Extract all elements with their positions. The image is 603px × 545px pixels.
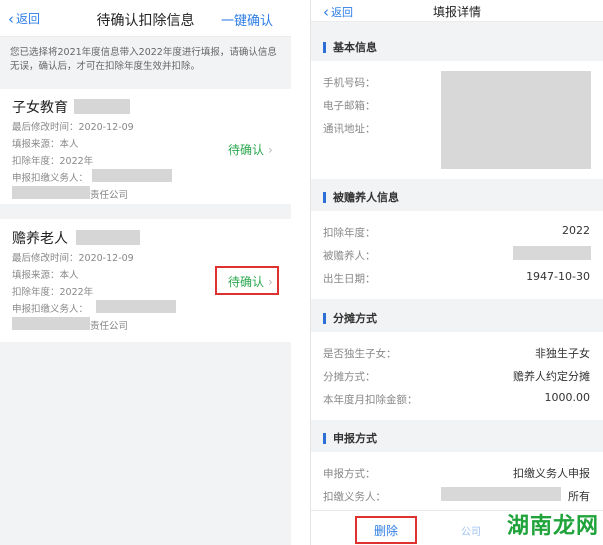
only-child-label: 是否独生子女： bbox=[323, 348, 397, 360]
split-method-label: 分摊方式： bbox=[323, 371, 376, 383]
split-method-value: 赡养人约定分摊 bbox=[513, 370, 590, 383]
redacted-company bbox=[12, 317, 90, 330]
card-title: 子女教育 bbox=[12, 100, 68, 116]
birth-label: 出生日期： bbox=[323, 273, 376, 285]
watermark-logo: 湖南龙网 bbox=[506, 514, 599, 539]
nav-bar: ‹ 返回 填报详情 bbox=[311, 0, 603, 22]
section-header-basic: 基本信息 bbox=[311, 33, 603, 61]
section-title: 被赡养人信息 bbox=[333, 191, 399, 204]
phone-label: 手机号码： bbox=[323, 77, 376, 89]
redacted-withholder bbox=[441, 487, 561, 501]
section-marker bbox=[323, 312, 326, 324]
delete-button[interactable]: 删除 bbox=[355, 516, 417, 544]
section-header-declare: 申报方式 bbox=[311, 424, 603, 452]
status-label: 待确认 bbox=[228, 275, 265, 289]
page-title: 填报详情 bbox=[432, 5, 481, 19]
withholder-label: 申报扣缴义务人： bbox=[12, 173, 89, 184]
company-suffix: 责任公司 bbox=[90, 190, 129, 201]
chevron-right-icon: › bbox=[268, 142, 273, 157]
birth-value: 1947-10-30 bbox=[526, 270, 590, 283]
section-header-split: 分摊方式 bbox=[311, 304, 603, 332]
status-pending-button[interactable]: 待确认 › bbox=[228, 141, 273, 158]
address-label: 通讯地址： bbox=[323, 123, 376, 135]
section-body-dependent: 扣除年度： 2022 被赡养人： 出生日期： 1947-10-30 bbox=[311, 211, 603, 299]
year-value: 2022 bbox=[562, 224, 590, 237]
withholder-suffix: 所有 bbox=[568, 490, 590, 503]
section-header-dependent: 被赡养人信息 bbox=[311, 183, 603, 211]
modified-time: 最后修改时间：2020-12-09 bbox=[12, 253, 134, 264]
section-title: 分摊方式 bbox=[333, 312, 377, 325]
notice-text: 您已选择将2021年度信息带入2022年度进行填报，请确认信息无误，确认后，才可… bbox=[0, 37, 291, 88]
section-body-declare: 申报方式： 扣缴义务人申报 扣缴义务人： 所有 bbox=[311, 452, 603, 510]
fill-source: 填报来源：本人 bbox=[12, 139, 79, 150]
monthly-amount-value: 1000.00 bbox=[544, 391, 591, 404]
monthly-amount-label: 本年度月扣除金额： bbox=[323, 394, 418, 406]
redacted-dependent-name bbox=[513, 246, 591, 260]
dependent-label: 被赡养人： bbox=[323, 250, 376, 262]
modified-time: 最后修改时间：2020-12-09 bbox=[12, 122, 134, 133]
redacted-name bbox=[76, 230, 140, 245]
card-title: 赡养老人 bbox=[12, 231, 68, 247]
section-body-split: 是否独生子女： 非独生子女 分摊方式： 赡养人约定分摊 本年度月扣除金额： 10… bbox=[311, 332, 603, 420]
redacted-contact-info bbox=[441, 71, 591, 169]
deduction-card-child-education[interactable]: 子女教育 最后修改时间：2020-12-09 填报来源：本人 扣除年度：2022… bbox=[0, 89, 291, 204]
pending-deductions-screen: ‹ 返回 待确认扣除信息 一键确认 您已选择将2021年度信息带入2022年度进… bbox=[0, 0, 291, 545]
declare-mode-value: 扣缴义务人申报 bbox=[513, 467, 590, 480]
section-marker bbox=[323, 432, 326, 444]
status-pending-button[interactable]: 待确认 › bbox=[228, 273, 273, 290]
redacted-company bbox=[12, 186, 90, 199]
declare-mode-label: 申报方式： bbox=[323, 468, 376, 480]
deduction-year: 扣除年度：2022年 bbox=[12, 287, 94, 298]
fill-source: 填报来源：本人 bbox=[12, 270, 79, 281]
chevron-right-icon: › bbox=[268, 274, 273, 289]
deduction-card-elderly-support[interactable]: 赡养老人 最后修改时间：2020-12-09 填报来源：本人 扣除年度：2022… bbox=[0, 219, 291, 342]
nav-bar: ‹ 返回 待确认扣除信息 一键确认 bbox=[0, 0, 291, 37]
redacted-withholder bbox=[96, 300, 176, 313]
year-label: 扣除年度： bbox=[323, 227, 376, 239]
company-suffix: 责任公司 bbox=[90, 321, 129, 332]
section-title: 申报方式 bbox=[333, 432, 377, 445]
partial-hint-text: 公司 bbox=[461, 527, 481, 538]
email-label: 电子邮箱： bbox=[323, 100, 376, 112]
only-child-value: 非独生子女 bbox=[535, 347, 590, 360]
section-marker bbox=[323, 41, 326, 53]
fill-detail-screen: ‹ 返回 填报详情 基本信息 手机号码： 电子邮箱： 通讯地址： 被赡养人信息 … bbox=[310, 0, 603, 545]
redacted-name bbox=[74, 99, 130, 114]
section-title: 基本信息 bbox=[333, 41, 377, 54]
withholder-label: 申报扣缴义务人： bbox=[12, 304, 89, 315]
section-marker bbox=[323, 191, 326, 203]
section-body-basic: 手机号码： 电子邮箱： 通讯地址： bbox=[311, 61, 603, 179]
redacted-withholder bbox=[92, 169, 172, 182]
deduction-year: 扣除年度：2022年 bbox=[12, 156, 94, 167]
confirm-all-button[interactable]: 一键确认 bbox=[221, 10, 273, 29]
withholder-label: 扣缴义务人： bbox=[323, 491, 386, 503]
status-label: 待确认 bbox=[228, 143, 265, 157]
